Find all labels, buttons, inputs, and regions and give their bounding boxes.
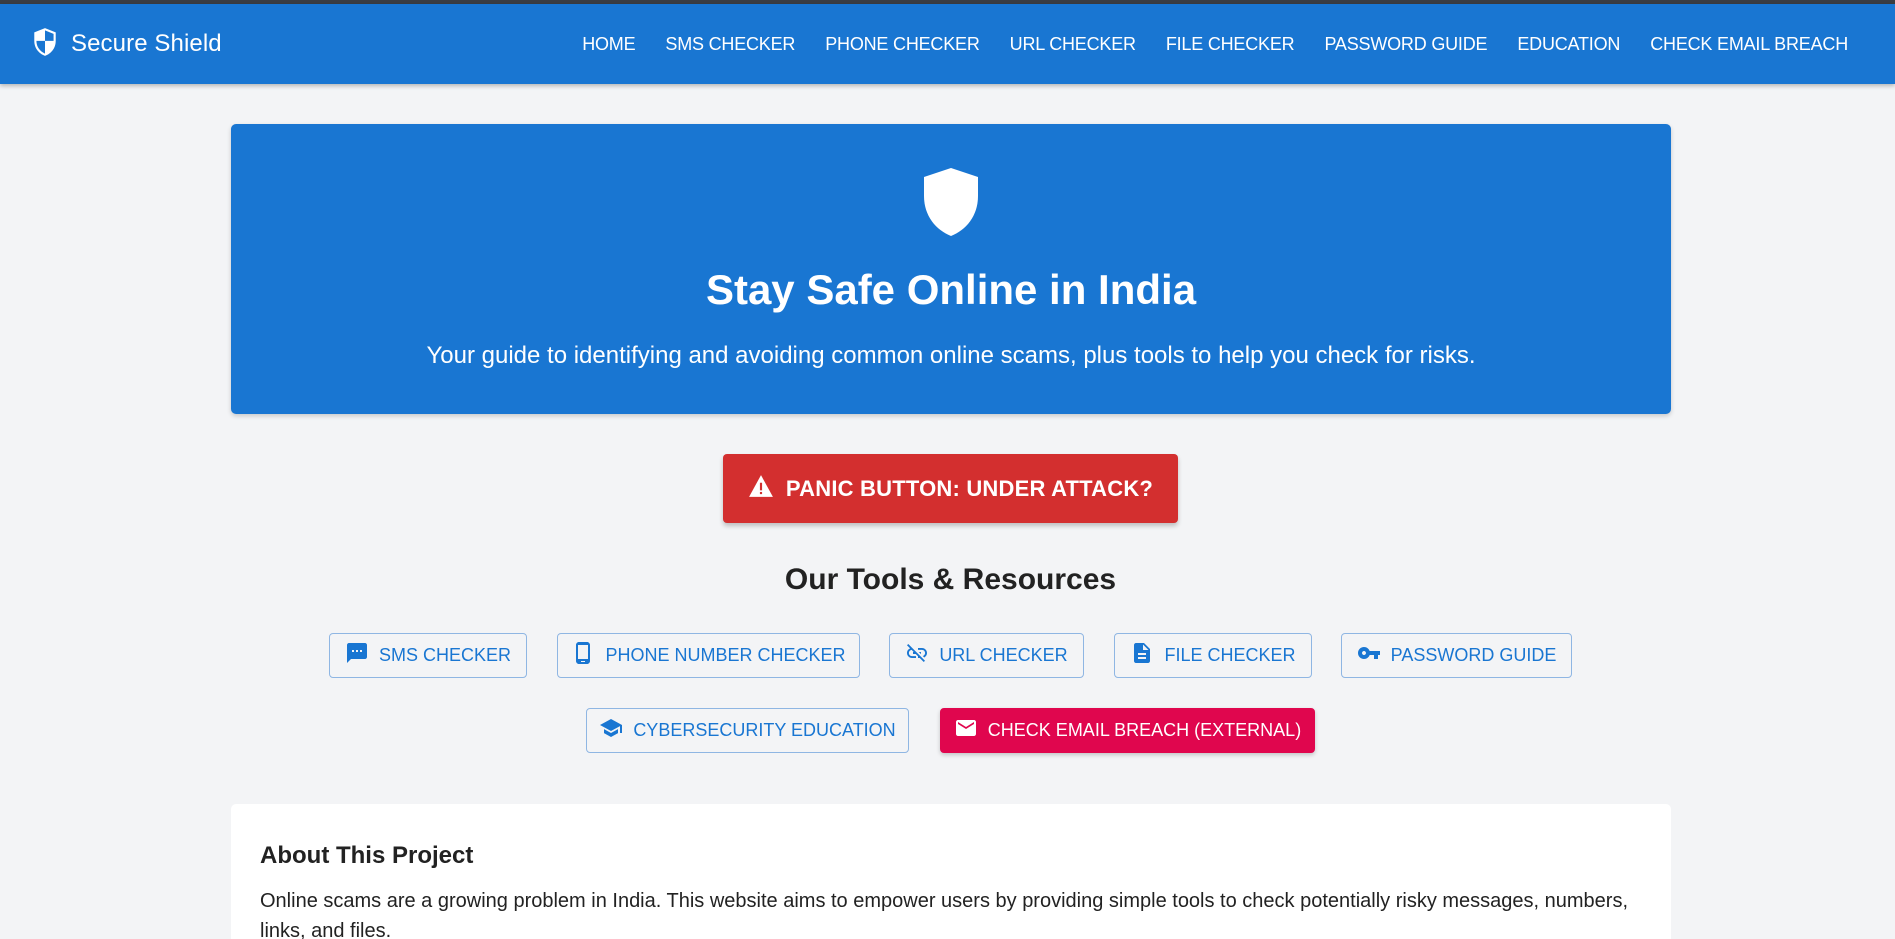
url-checker-button[interactable]: URL CHECKER — [889, 633, 1084, 678]
nav-education[interactable]: EDUCATION — [1502, 34, 1635, 55]
hero-subtitle: Your guide to identifying and avoiding c… — [426, 342, 1476, 369]
app-bar: Secure Shield HOME SMS CHECKER PHONE CHE… — [0, 4, 1895, 84]
file-checker-label: FILE CHECKER — [1164, 645, 1296, 665]
main-nav: HOME SMS CHECKER PHONE CHECKER URL CHECK… — [567, 4, 1863, 84]
brand[interactable]: Secure Shield — [32, 4, 222, 84]
cybersecurity-education-button[interactable]: CYBERSECURITY EDUCATION — [586, 708, 909, 753]
check-email-breach-label: CHECK EMAIL BREACH (EXTERNAL) — [987, 720, 1302, 740]
nav-check-email-breach[interactable]: CHECK EMAIL BREACH — [1635, 34, 1863, 55]
sms-checker-label: SMS CHECKER — [378, 645, 512, 665]
check-email-breach-button[interactable]: CHECK EMAIL BREACH (EXTERNAL) — [940, 708, 1315, 753]
shield-icon — [921, 166, 981, 238]
password-guide-label: PASSWORD GUIDE — [1390, 645, 1557, 665]
about-title: About This Project — [260, 842, 474, 869]
panic-button-label: PANIC BUTTON: UNDER ATTACK? — [785, 475, 1154, 501]
nav-home[interactable]: HOME — [567, 34, 650, 55]
nav-sms-checker[interactable]: SMS CHECKER — [650, 34, 810, 55]
phone-number-checker-button[interactable]: PHONE NUMBER CHECKER — [557, 633, 860, 678]
nav-url-checker[interactable]: URL CHECKER — [995, 34, 1151, 55]
nav-file-checker[interactable]: FILE CHECKER — [1151, 34, 1310, 55]
link-off-icon — [905, 641, 939, 670]
school-icon — [599, 716, 633, 745]
email-icon — [954, 716, 988, 745]
cybersecurity-education-label: CYBERSECURITY EDUCATION — [633, 720, 896, 740]
phone-icon — [571, 641, 605, 670]
panic-button[interactable]: PANIC BUTTON: UNDER ATTACK? — [723, 454, 1178, 523]
file-icon — [1130, 641, 1164, 670]
password-guide-button[interactable]: PASSWORD GUIDE — [1341, 633, 1572, 678]
sms-checker-button[interactable]: SMS CHECKER — [329, 633, 527, 678]
nav-password-guide[interactable]: PASSWORD GUIDE — [1309, 34, 1502, 55]
sms-icon — [345, 641, 379, 670]
brand-title: Secure Shield — [71, 30, 222, 57]
phone-number-checker-label: PHONE NUMBER CHECKER — [605, 645, 846, 665]
shield-half-icon — [32, 27, 58, 62]
warning-icon — [748, 474, 786, 503]
key-icon — [1357, 641, 1391, 670]
url-checker-label: URL CHECKER — [939, 645, 1068, 665]
hero-title: Stay Safe Online in India — [705, 266, 1197, 313]
nav-phone-checker[interactable]: PHONE CHECKER — [810, 34, 994, 55]
about-text: Online scams are a growing problem in In… — [260, 890, 1629, 939]
hero-banner: Stay Safe Online in India Your guide to … — [231, 124, 1671, 414]
about-card: About This Project Online scams are a gr… — [231, 804, 1671, 939]
tools-section-title: Our Tools & Resources — [784, 563, 1117, 596]
file-checker-button[interactable]: FILE CHECKER — [1114, 633, 1312, 678]
